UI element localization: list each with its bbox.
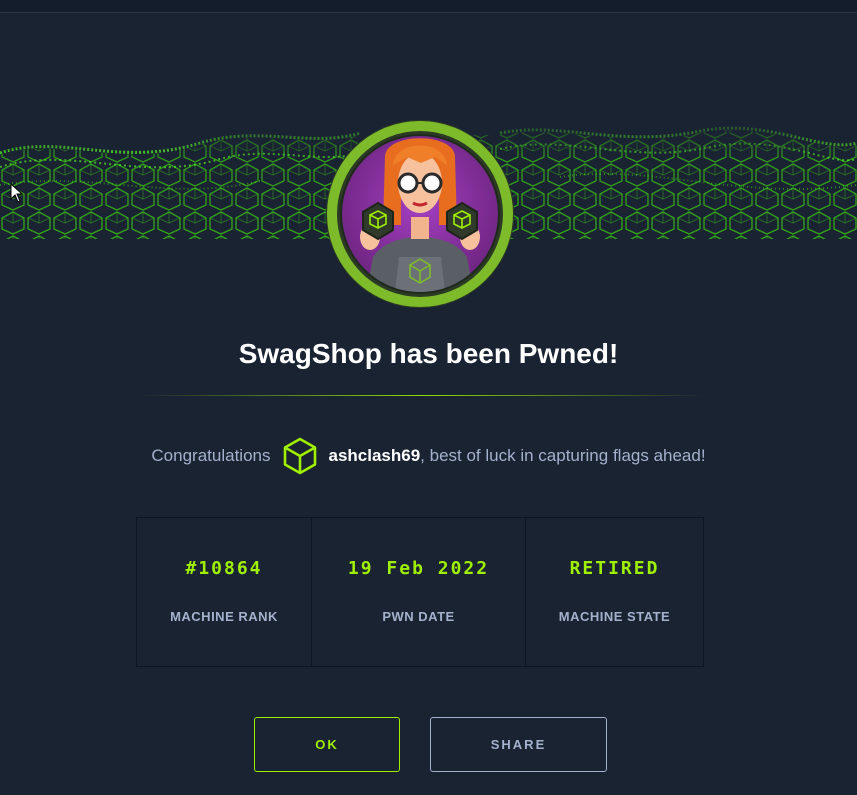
- stat-value: 19 Feb 2022: [347, 558, 490, 579]
- stat-machine-state: RETIRED MACHINE STATE: [526, 518, 703, 666]
- pwned-title: SwagShop has been Pwned!: [238, 338, 619, 369]
- top-bar: [0, 0, 857, 13]
- username-link[interactable]: ashclash69: [328, 446, 420, 466]
- stat-label: MACHINE STATE: [558, 609, 671, 624]
- mouse-pointer-icon: [10, 182, 24, 208]
- title-divider: [138, 395, 706, 396]
- congrats-message: Congratulations ashclash69 , best of luc…: [0, 436, 857, 476]
- congrats-suffix: , best of luck in capturing flags ahead!: [420, 446, 706, 465]
- stat-value: #10864: [185, 558, 263, 579]
- share-button[interactable]: SHARE: [430, 717, 607, 772]
- machine-avatar: [323, 117, 517, 311]
- stat-value: RETIRED: [569, 558, 660, 579]
- congrats-prefix: Congratulations: [151, 446, 271, 465]
- stats-panel: #10864 MACHINE RANK 19 Feb 2022 PWN DATE…: [136, 517, 704, 667]
- stat-pwn-date: 19 Feb 2022 PWN DATE: [312, 518, 526, 666]
- stat-label: MACHINE RANK: [170, 609, 278, 624]
- stat-machine-rank: #10864 MACHINE RANK: [137, 518, 312, 666]
- ok-button[interactable]: OK: [254, 717, 400, 772]
- stat-label: PWN DATE: [382, 609, 455, 624]
- cube-icon: [282, 436, 318, 476]
